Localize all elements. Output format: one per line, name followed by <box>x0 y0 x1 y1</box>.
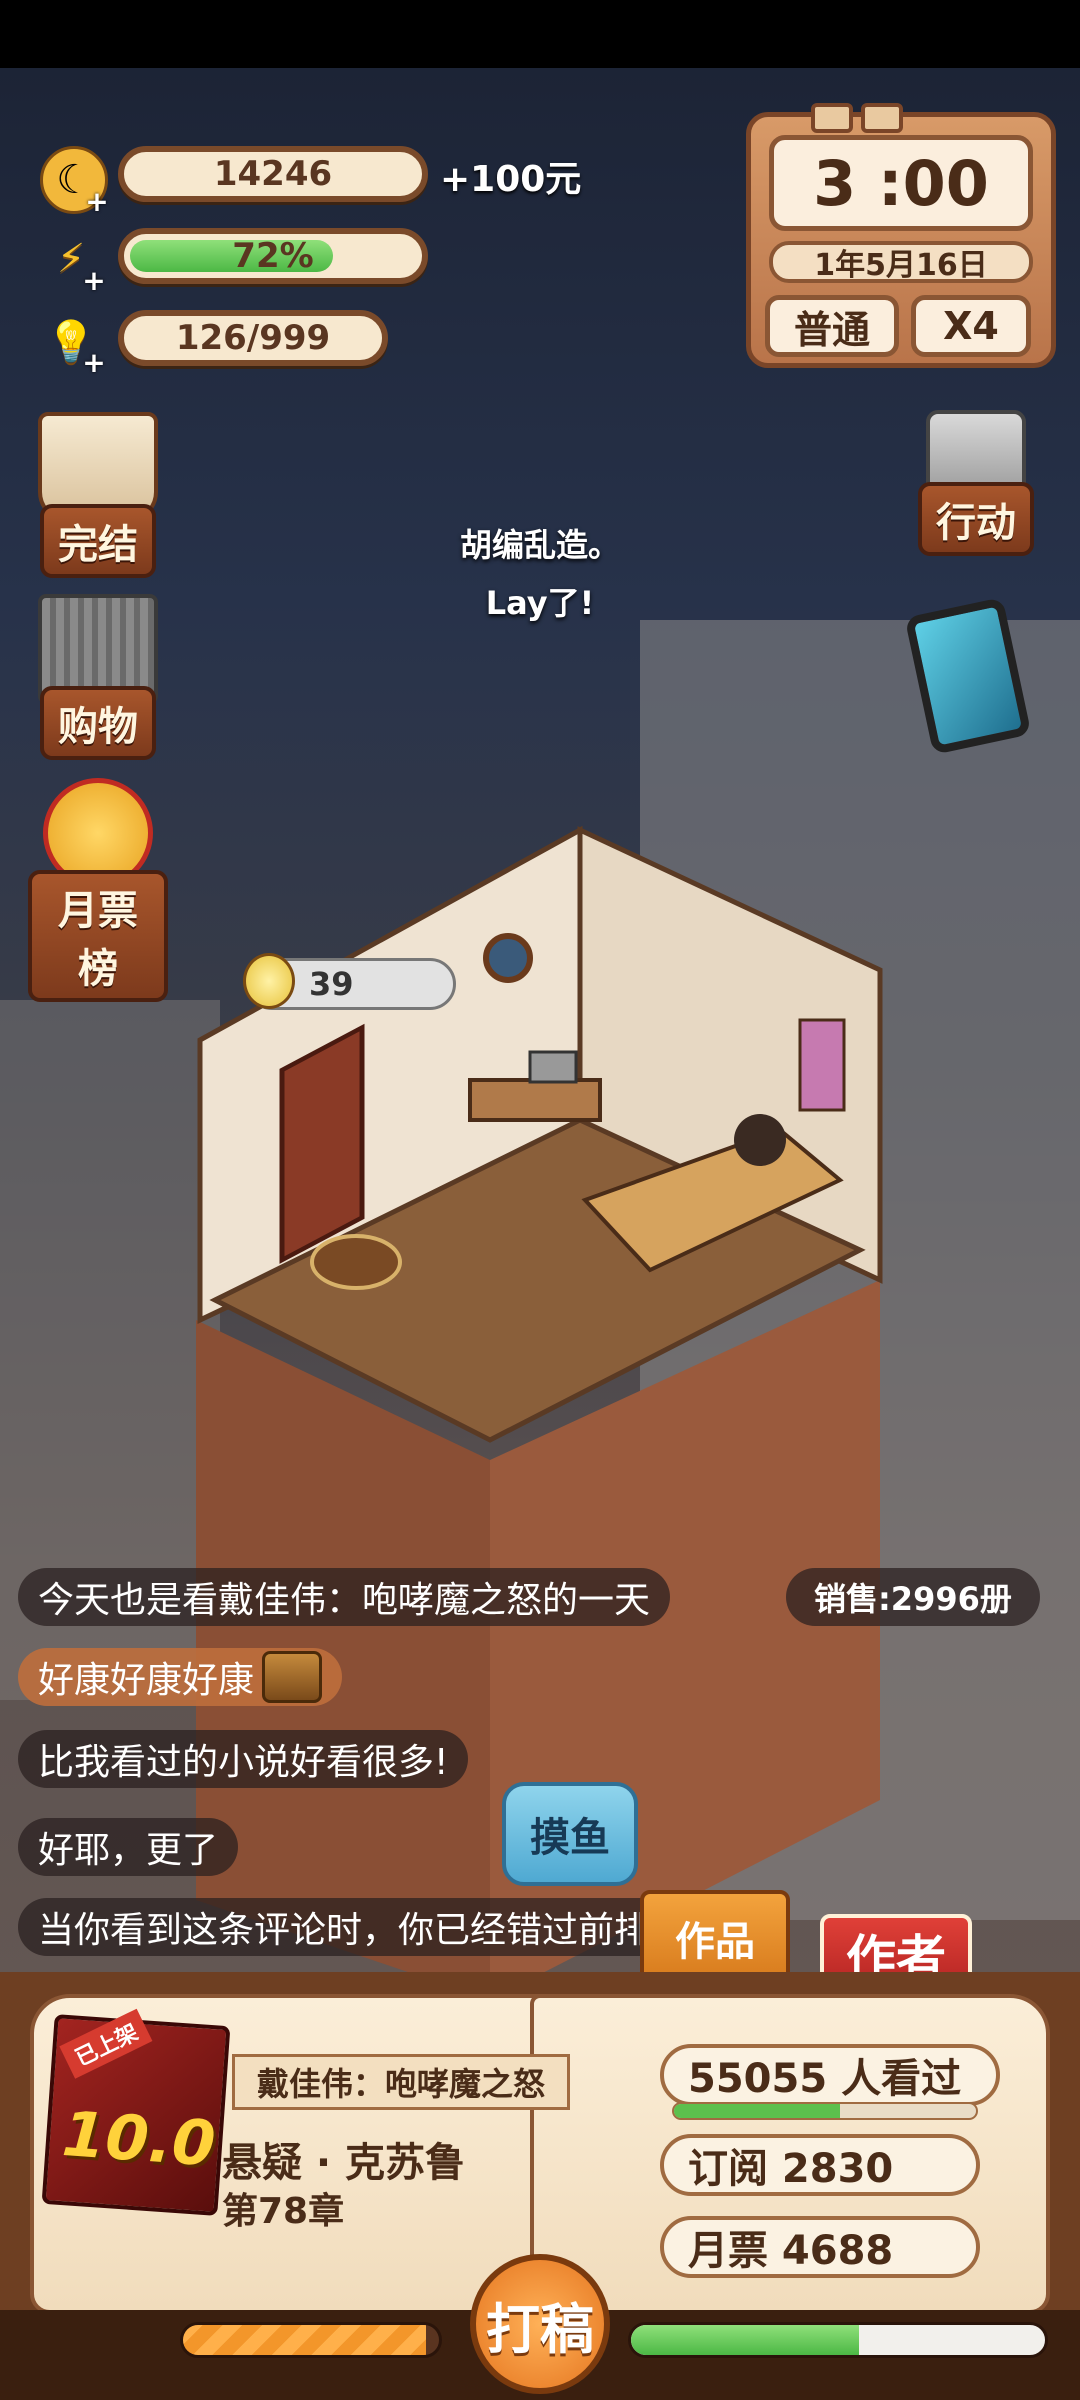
monthly-votes-stat: 月票 4688 <box>660 2216 980 2278</box>
published-badge: 已上架 <box>59 2008 153 2079</box>
poster <box>798 1018 846 1112</box>
readers-progress-fill <box>674 2104 841 2118</box>
comment-item: 比我看过的小说好看很多! <box>18 1730 469 1788</box>
treasure-chest-icon <box>262 1651 323 1703</box>
comment-item: 今天也是看戴佳伟：咆哮魔之怒的一天 <box>18 1568 671 1626</box>
book-genre: 悬疑 · 克苏鲁 <box>222 2140 466 2186</box>
laptop <box>528 1050 578 1084</box>
left-progress-fill <box>183 2325 427 2355</box>
book-title: 戴佳伟：咆哮魔之怒 <box>232 2054 571 2110</box>
idea-bubble[interactable]: 39 <box>243 953 456 1010</box>
comment-text: 好康好康好康 <box>38 1660 255 1701</box>
readers-progress <box>672 2102 978 2120</box>
comment-text: 好耶，更了 <box>38 1830 219 1871</box>
right-progress-fill <box>631 2325 859 2355</box>
comment-text: 今天也是看戴佳伟：咆哮魔之怒的一天 <box>38 1580 651 1621</box>
monthly-votes-value: 月票 4688 <box>688 2228 894 2274</box>
right-progress-bar <box>628 2322 1048 2358</box>
book-score: 10.0 <box>59 2097 218 2181</box>
rug <box>310 1234 402 1290</box>
subscriptions-stat: 订阅 2830 <box>660 2134 980 2196</box>
door <box>279 1023 365 1264</box>
subscriptions-value: 订阅 2830 <box>688 2146 894 2192</box>
desk <box>468 1078 602 1122</box>
slack-off-button[interactable]: 摸鱼 <box>502 1782 638 1886</box>
sleeping-character <box>734 1114 786 1166</box>
readers-stat: 55055 人看过 <box>660 2044 1000 2106</box>
game-screen: ☾ + 14246 +100元 ⚡ + 72% 💡 + 126/999 3 :00 1… <box>0 0 1080 2400</box>
book-chapter: 第78章 <box>222 2191 345 2232</box>
book-cover[interactable]: 已上架 10.0 <box>41 2008 231 2216</box>
comment-text: 比我看过的小说好看很多! <box>38 1742 449 1783</box>
comment-item: 当你看到这条评论时，你已经错过前排了 <box>18 1898 707 1956</box>
sales-counter: 销售:2996册 <box>786 1568 1040 1626</box>
round-window <box>483 933 533 983</box>
write-button[interactable]: 打稿 <box>470 2254 610 2394</box>
energy-value: 72% <box>232 236 314 276</box>
lightbulb-icon <box>243 953 295 1009</box>
left-progress-bar <box>180 2322 442 2358</box>
readers-value: 55055 人看过 <box>688 2056 962 2102</box>
comment-text: 当你看到这条评论时，你已经错过前排了 <box>38 1910 687 1951</box>
idea-count: 39 <box>309 965 354 1003</box>
comment-item: 好耶，更了 <box>18 1818 239 1876</box>
comment-item-highlight: 好康好康好康 <box>18 1648 343 1706</box>
